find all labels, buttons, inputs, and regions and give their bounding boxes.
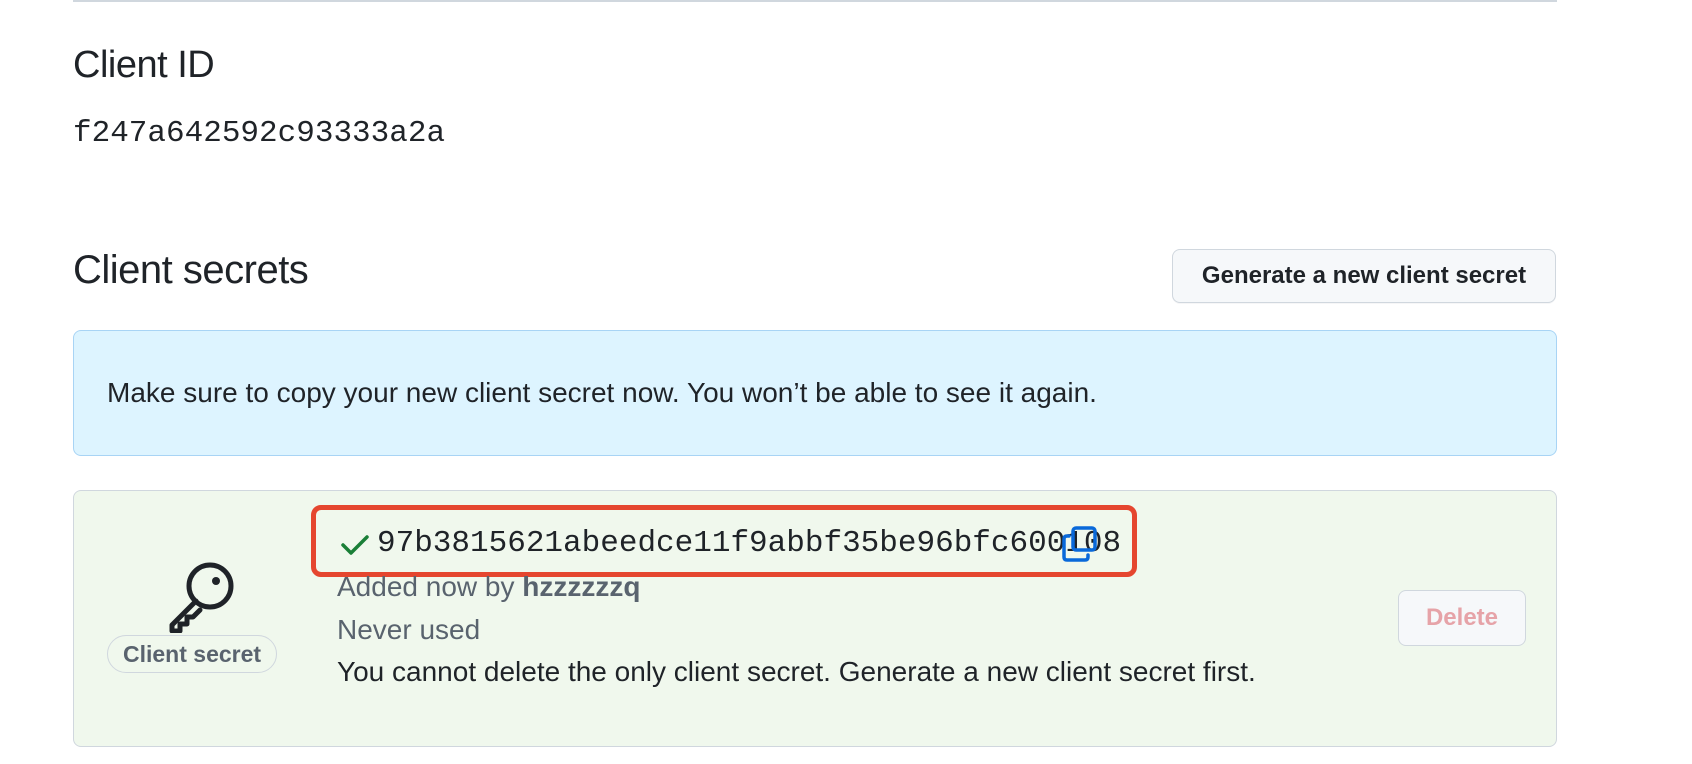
secret-added-prefix: Added now by xyxy=(337,571,515,602)
delete-secret-button[interactable]: Delete xyxy=(1398,590,1526,646)
secret-usage-status: Never used xyxy=(337,614,481,645)
client-secret-item: Client secret 97b3815621abeedce11f9abbf3… xyxy=(73,490,1557,747)
top-divider xyxy=(73,0,1557,2)
client-id-value: f247a642592c93333a2a xyxy=(73,116,446,151)
copy-icon[interactable] xyxy=(1062,526,1098,562)
client-id-heading: Client ID xyxy=(73,44,215,86)
secret-delete-warning: You cannot delete the only client secret… xyxy=(337,656,1256,687)
copy-secret-notice-text: Make sure to copy your new client secret… xyxy=(107,377,1097,408)
generate-client-secret-button[interactable]: Generate a new client secret xyxy=(1172,249,1556,303)
client-secret-badge: Client secret xyxy=(107,635,278,673)
copy-secret-notice: Make sure to copy your new client secret… xyxy=(73,330,1557,456)
secret-added-by-user: hzzzzzzq xyxy=(522,571,641,602)
secret-added-info: Added now by hzzzzzzq xyxy=(337,569,640,605)
client-secret-value: 97b3815621abeedce11f9abbf35be96bfc600108 xyxy=(377,526,1122,561)
check-icon xyxy=(341,535,369,555)
key-icon xyxy=(169,562,234,633)
client-secrets-heading: Client secrets xyxy=(73,248,309,292)
